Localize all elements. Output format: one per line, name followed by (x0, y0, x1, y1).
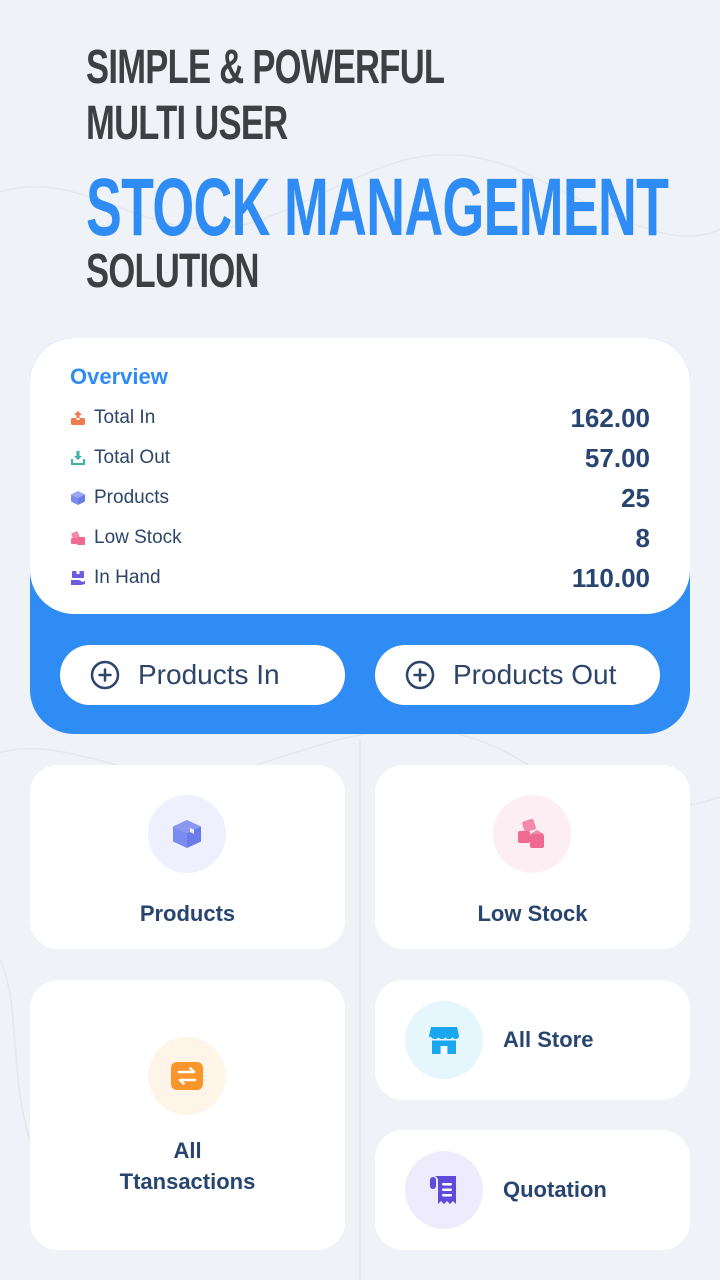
store-icon-circle (405, 1001, 483, 1079)
package-icon (173, 820, 201, 848)
quotation-tile[interactable]: Quotation (375, 1130, 690, 1250)
overview-row-total-out: Total Out 57.00 (70, 438, 650, 478)
low-stock-icon-circle (493, 795, 571, 873)
overview-label: In Hand (94, 567, 161, 588)
quotation-icon-circle (405, 1151, 483, 1229)
products-in-label: Products In (138, 659, 280, 690)
overview-row-low-stock: Low Stock 8 (70, 518, 650, 558)
all-store-tile[interactable]: All Store (375, 980, 690, 1100)
upload-box-icon (70, 410, 86, 426)
low-stock-tile-label: Low Stock (477, 901, 588, 926)
store-icon (429, 1027, 459, 1054)
plus-circle-icon (405, 660, 435, 690)
overview-label: Products (94, 487, 169, 508)
overview-label: Total Out (94, 447, 171, 468)
boxes-icon (70, 530, 86, 546)
overview-value: 57.00 (584, 442, 650, 473)
plus-circle-icon (90, 660, 120, 690)
products-in-button[interactable]: Products In (60, 645, 345, 705)
all-store-tile-label: All Store (503, 1027, 594, 1052)
transactions-icon-circle (148, 1037, 226, 1115)
package-icon (70, 490, 86, 506)
products-out-button[interactable]: Products Out (375, 645, 660, 705)
overview-value: 162.00 (570, 402, 650, 433)
headline-line-1: Simple & Powerful (86, 41, 445, 94)
all-transactions-tile[interactable]: All Ttansactions (30, 980, 345, 1250)
headline-line-2: Multi User (86, 97, 288, 150)
products-icon-circle (148, 795, 226, 873)
all-transactions-tile-label: All Ttansactions (30, 1135, 345, 1197)
overview-row-in-hand: In Hand 110.00 (70, 558, 650, 598)
download-box-icon (70, 450, 86, 466)
products-tile[interactable]: Products (30, 765, 345, 949)
boxes-icon (518, 818, 544, 848)
overview-value: 110.00 (571, 562, 650, 593)
overview-value: 8 (635, 522, 650, 553)
overview-row-products: Products 25 (70, 478, 650, 518)
quotation-tile-label: Quotation (503, 1177, 607, 1202)
overview-card: Overview Total In 162.00 Total Out 57.00… (30, 338, 690, 614)
products-out-label: Products Out (453, 659, 617, 690)
transactions-label-line-1: All (173, 1138, 202, 1163)
overview-label: Total In (94, 407, 156, 428)
overview-panel: Overview Total In 162.00 Total Out 57.00… (30, 338, 690, 734)
receipt-icon (430, 1176, 456, 1204)
overview-row-total-in: Total In 162.00 (70, 398, 650, 438)
low-stock-tile[interactable]: Low Stock (375, 765, 690, 949)
overview-value: 25 (621, 482, 650, 513)
headline-line-4: Solution (86, 245, 260, 298)
products-tile-label: Products (139, 901, 236, 926)
inventory-icon (70, 570, 86, 586)
exchange-icon (171, 1062, 203, 1090)
overview-title: Overview (70, 364, 168, 389)
transactions-label-line-2: Ttansactions (119, 1169, 256, 1194)
headline-highlight: Stock Management (86, 162, 669, 253)
overview-label: Low Stock (94, 527, 182, 548)
